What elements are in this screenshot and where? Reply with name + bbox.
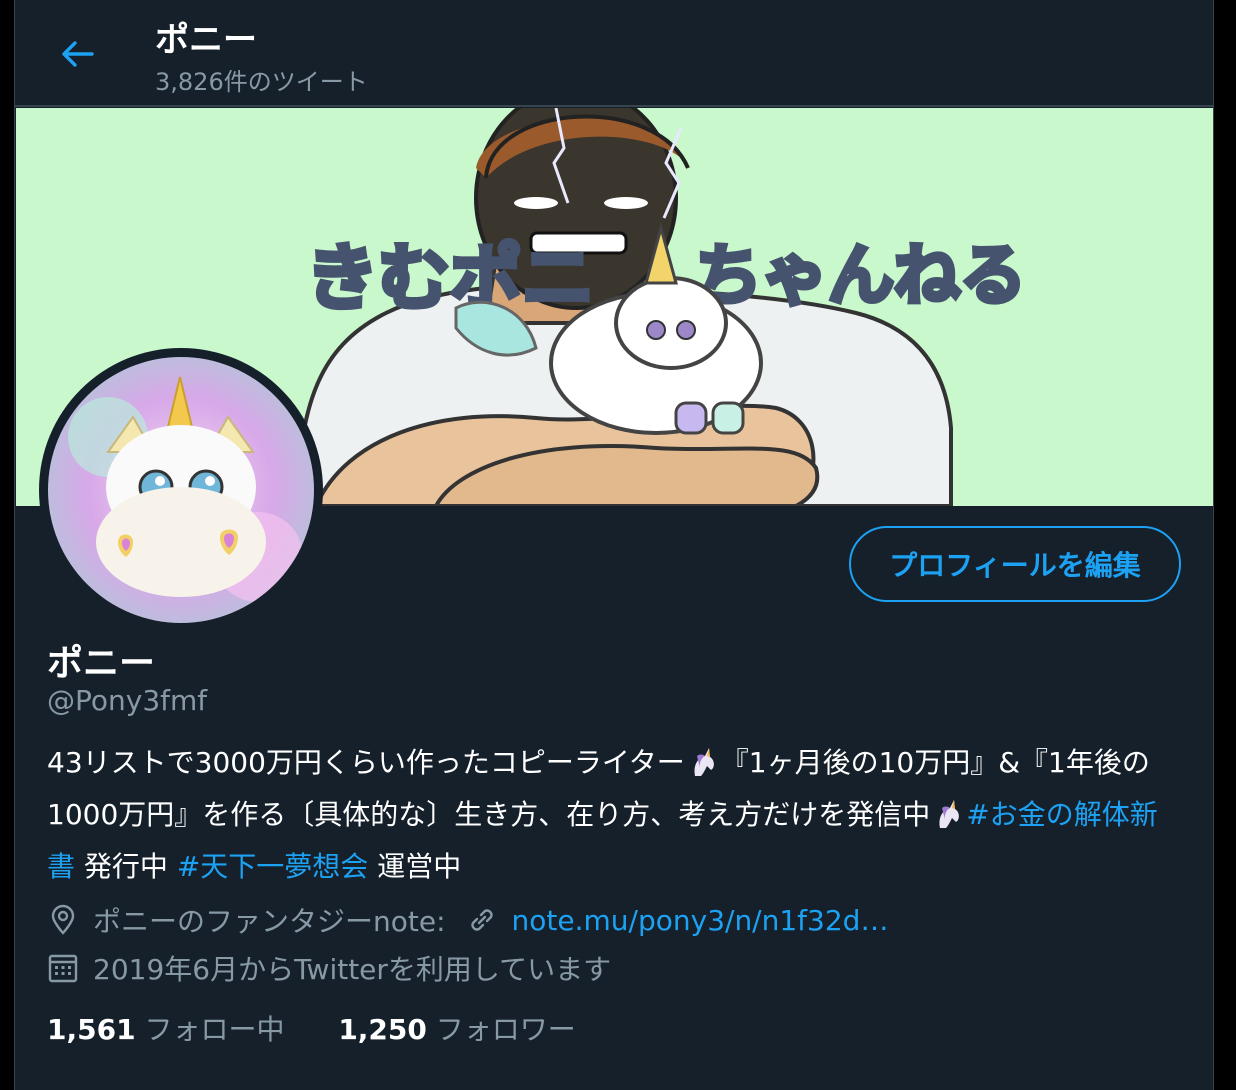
unicorn-emoji-icon [687,746,719,792]
back-arrow-icon [62,41,94,67]
location-text: ポニーのファンタジーnote: [93,905,446,938]
header-title: ポニー [155,20,257,60]
banner-text-left: きむポニ [306,236,594,320]
profile-page: ポニー 3,826件のツイート きむポニ ちゃんねる プロフィールを編集 ポニー… [14,0,1214,1090]
link-icon [466,904,498,936]
followers-count: 1,250 [338,1013,427,1046]
banner-text-right: ちゃんねる [696,237,1026,314]
unicorn-avatar-illustration [48,357,314,623]
edit-profile-button[interactable]: プロフィールを編集 [849,526,1181,602]
followers-label: フォロワー [435,1013,576,1046]
joined-text: 2019年6月からTwitterを利用しています [93,953,612,986]
following-label: フォロー中 [144,1013,285,1046]
profile-location-row: ポニーのファンタジーnote: note.mu/pony3/n/n1f32d… [47,900,888,940]
bio-text-1: 43リストで3000万円くらい作ったコピーライター [47,746,685,779]
profile-joined-row: 2019年6月からTwitterを利用しています [47,948,611,988]
bio-text-3: 発行中 [75,850,177,883]
follow-stats: 1,561 フォロー中 1,250 フォロワー [47,1008,576,1048]
followers-link[interactable]: 1,250 フォロワー [338,1013,576,1046]
bio-text-4: 運営中 [368,850,462,883]
hashtag-link-tenka[interactable]: #天下一夢想会 [177,850,368,883]
profile-name: ポニー [47,643,156,684]
following-count: 1,561 [47,1013,136,1046]
profile-website-link[interactable]: note.mu/pony3/n/n1f32d… [512,904,889,937]
back-button[interactable] [55,32,99,76]
profile-avatar[interactable] [39,348,323,632]
tweet-count: 3,826件のツイート [155,68,368,96]
calendar-icon [47,952,79,984]
avatar-image [48,357,314,623]
location-pin-icon [47,904,79,936]
profile-handle: @Pony3fmf [47,684,208,717]
unicorn-emoji-icon [932,798,964,844]
profile-bio: 43リストで3000万円くらい作ったコピーライター 『1ヶ月後の10万円』&『1年… [47,740,1182,890]
top-header: ポニー 3,826件のツイート [15,0,1213,107]
following-link[interactable]: 1,561 フォロー中 [47,1013,285,1046]
